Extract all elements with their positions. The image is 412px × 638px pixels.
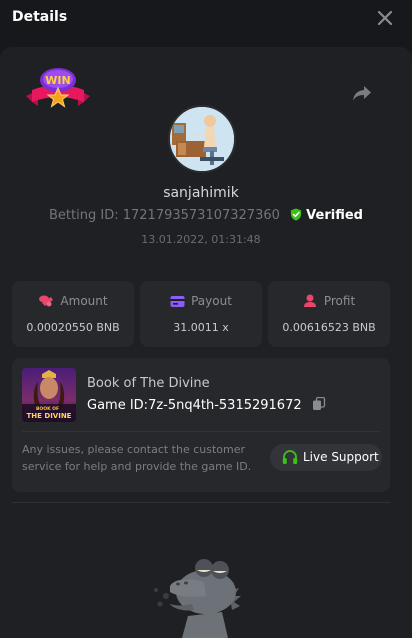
live-support-button[interactable]: Live Support	[270, 444, 382, 471]
page-title: Details	[12, 9, 68, 25]
game-name[interactable]: Book of The Divine	[87, 376, 210, 391]
win-badge-icon: WIN	[26, 68, 90, 108]
game-id-label: Game ID:	[87, 398, 149, 413]
profit-label: Profit	[323, 294, 356, 308]
headset-icon	[282, 450, 298, 464]
share-icon[interactable]	[351, 83, 373, 103]
avatar	[168, 105, 236, 173]
betting-id-label: Betting ID:	[49, 208, 119, 223]
game-thumbnail-image: BOOK OF THE DIVINE	[22, 368, 76, 422]
profit-value: 0.00616523 BNB	[282, 321, 376, 334]
section-divider	[12, 502, 390, 503]
amount-value: 0.00020550 BNB	[26, 321, 120, 334]
betting-id-value: 1721793573107327360	[122, 208, 280, 223]
coins-icon	[39, 295, 54, 307]
win-badge-text: WIN	[45, 74, 70, 87]
payout-value: 31.0011 x	[173, 321, 229, 334]
close-icon[interactable]	[376, 9, 394, 27]
username: sanjahimik	[163, 185, 239, 201]
copy-icon[interactable]	[312, 397, 326, 411]
amount-stat-card: Amount 0.00020550 BNB	[12, 281, 134, 347]
payout-stat-card: Payout 31.0011 x	[140, 281, 262, 347]
details-header: Details	[0, 0, 412, 38]
game-info-card: BOOK OF THE DIVINE Book of The Divine Ga…	[12, 358, 390, 492]
user-avatar-icon	[170, 107, 234, 171]
profit-stat-card: Profit 0.00616523 BNB	[268, 281, 390, 347]
crocodile-mascot-icon	[154, 559, 241, 638]
user-profit-icon	[303, 294, 316, 307]
game-id-row: Game ID:7z-5nq4th-5315291672	[87, 397, 326, 413]
card-icon	[170, 296, 185, 307]
verified-label: Verified	[306, 208, 363, 223]
live-support-label: Live Support	[303, 450, 379, 464]
card-divider	[22, 431, 380, 432]
game-thumbnail[interactable]: BOOK OF THE DIVINE	[22, 368, 76, 422]
amount-label: Amount	[60, 294, 108, 308]
verified-shield-icon	[290, 208, 302, 221]
bet-timestamp: 13.01.2022, 01:31:48	[141, 233, 261, 246]
payout-label: Payout	[191, 294, 232, 308]
support-message: Any issues, please contact the customer …	[22, 443, 252, 473]
betting-id-row: Betting ID: 1721793573107327360 Verified	[0, 208, 412, 223]
thumb-text-the-divine: THE DIVINE	[27, 412, 72, 420]
game-id-value: 7z-5nq4th-5315291672	[148, 398, 302, 413]
